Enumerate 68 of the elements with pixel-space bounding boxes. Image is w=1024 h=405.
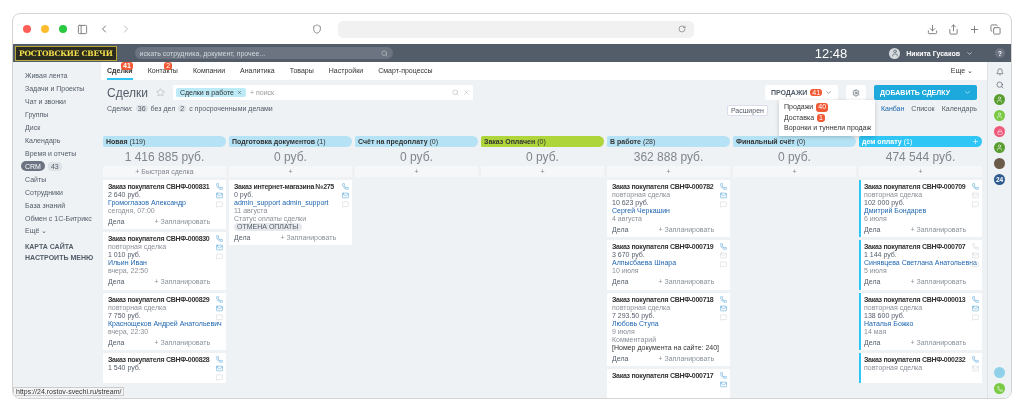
phone-icon[interactable] [972,243,979,251]
star-icon[interactable] [155,88,165,97]
user-avatar-icon[interactable] [994,94,1005,105]
lock-icon[interactable] [994,126,1005,137]
caret-icon [825,89,833,96]
stage-sum: 1 416 885 руб. [123,149,206,166]
mail-icon[interactable] [720,252,727,260]
mail-icon[interactable] [720,380,727,388]
settings-icon [852,88,861,97]
stage-sum: 362 888 руб. [632,149,705,166]
clock-time: 12:48 [814,45,848,61]
stage-sum: 0 руб. [399,149,434,166]
mail-icon[interactable] [972,192,979,199]
shield-icon [312,24,322,34]
minimize-window-button[interactable] [41,25,49,33]
phone-icon[interactable] [216,295,223,303]
mail-icon[interactable] [216,244,223,252]
search-icon[interactable] [451,89,459,96]
page-title: Сделки [107,85,148,100]
phone-icon[interactable] [216,355,223,363]
phone-icon[interactable] [972,183,979,190]
settings-button[interactable] [846,85,867,100]
clear-icon[interactable] [462,89,470,96]
zoom-window-button[interactable] [59,25,67,33]
share-icon[interactable] [948,23,959,35]
mail-icon[interactable] [972,304,979,312]
mail-icon[interactable] [216,364,223,372]
phone-icon[interactable] [972,355,979,363]
search-icon[interactable] [995,81,1004,89]
mail-icon[interactable] [972,364,979,372]
phone-icon[interactable] [216,183,223,190]
stage-sum: 474 544 руб. [884,149,957,166]
reload-icon[interactable] [678,25,686,33]
chat-icon[interactable] [216,313,223,321]
add-icon[interactable] [972,138,979,145]
phone-call-button[interactable] [994,383,1005,394]
caret-icon[interactable] [966,49,973,57]
sidebar-icon[interactable] [77,23,88,35]
phone-icon[interactable] [972,295,979,303]
stage-sum: 0 руб. [273,149,308,166]
download-icon[interactable] [927,23,938,35]
stage-sum: 0 руб. [777,149,812,166]
mail-icon[interactable] [342,192,349,199]
phone-icon[interactable] [342,183,349,190]
close-window-button[interactable] [23,25,31,33]
user-avatar-icon[interactable] [994,142,1005,153]
mail-icon[interactable] [216,304,223,312]
mail-icon[interactable] [972,252,979,260]
address-field[interactable] [338,20,694,38]
phone-icon[interactable] [720,295,727,303]
phone-icon[interactable] [720,371,727,379]
mail-icon[interactable] [216,192,223,199]
photo-avatar-icon[interactable] [994,158,1005,169]
user-avatar-icon[interactable] [889,47,901,59]
stage-sum: 0 руб. [525,149,560,166]
chat-icon[interactable] [216,373,223,381]
tabs-overview-icon[interactable] [990,23,1001,35]
caret-icon [964,89,971,96]
phone-icon[interactable] [216,235,223,243]
chat-icon[interactable] [972,313,979,321]
notifications-icon[interactable] [995,68,1004,76]
new-tab-icon[interactable] [969,23,980,35]
remove-icon[interactable] [236,90,242,95]
mail-icon[interactable] [720,192,727,199]
mail-icon[interactable] [720,304,727,312]
chat-icon[interactable] [720,313,727,321]
phone-icon[interactable] [720,243,727,251]
phone-icon[interactable] [720,183,727,190]
